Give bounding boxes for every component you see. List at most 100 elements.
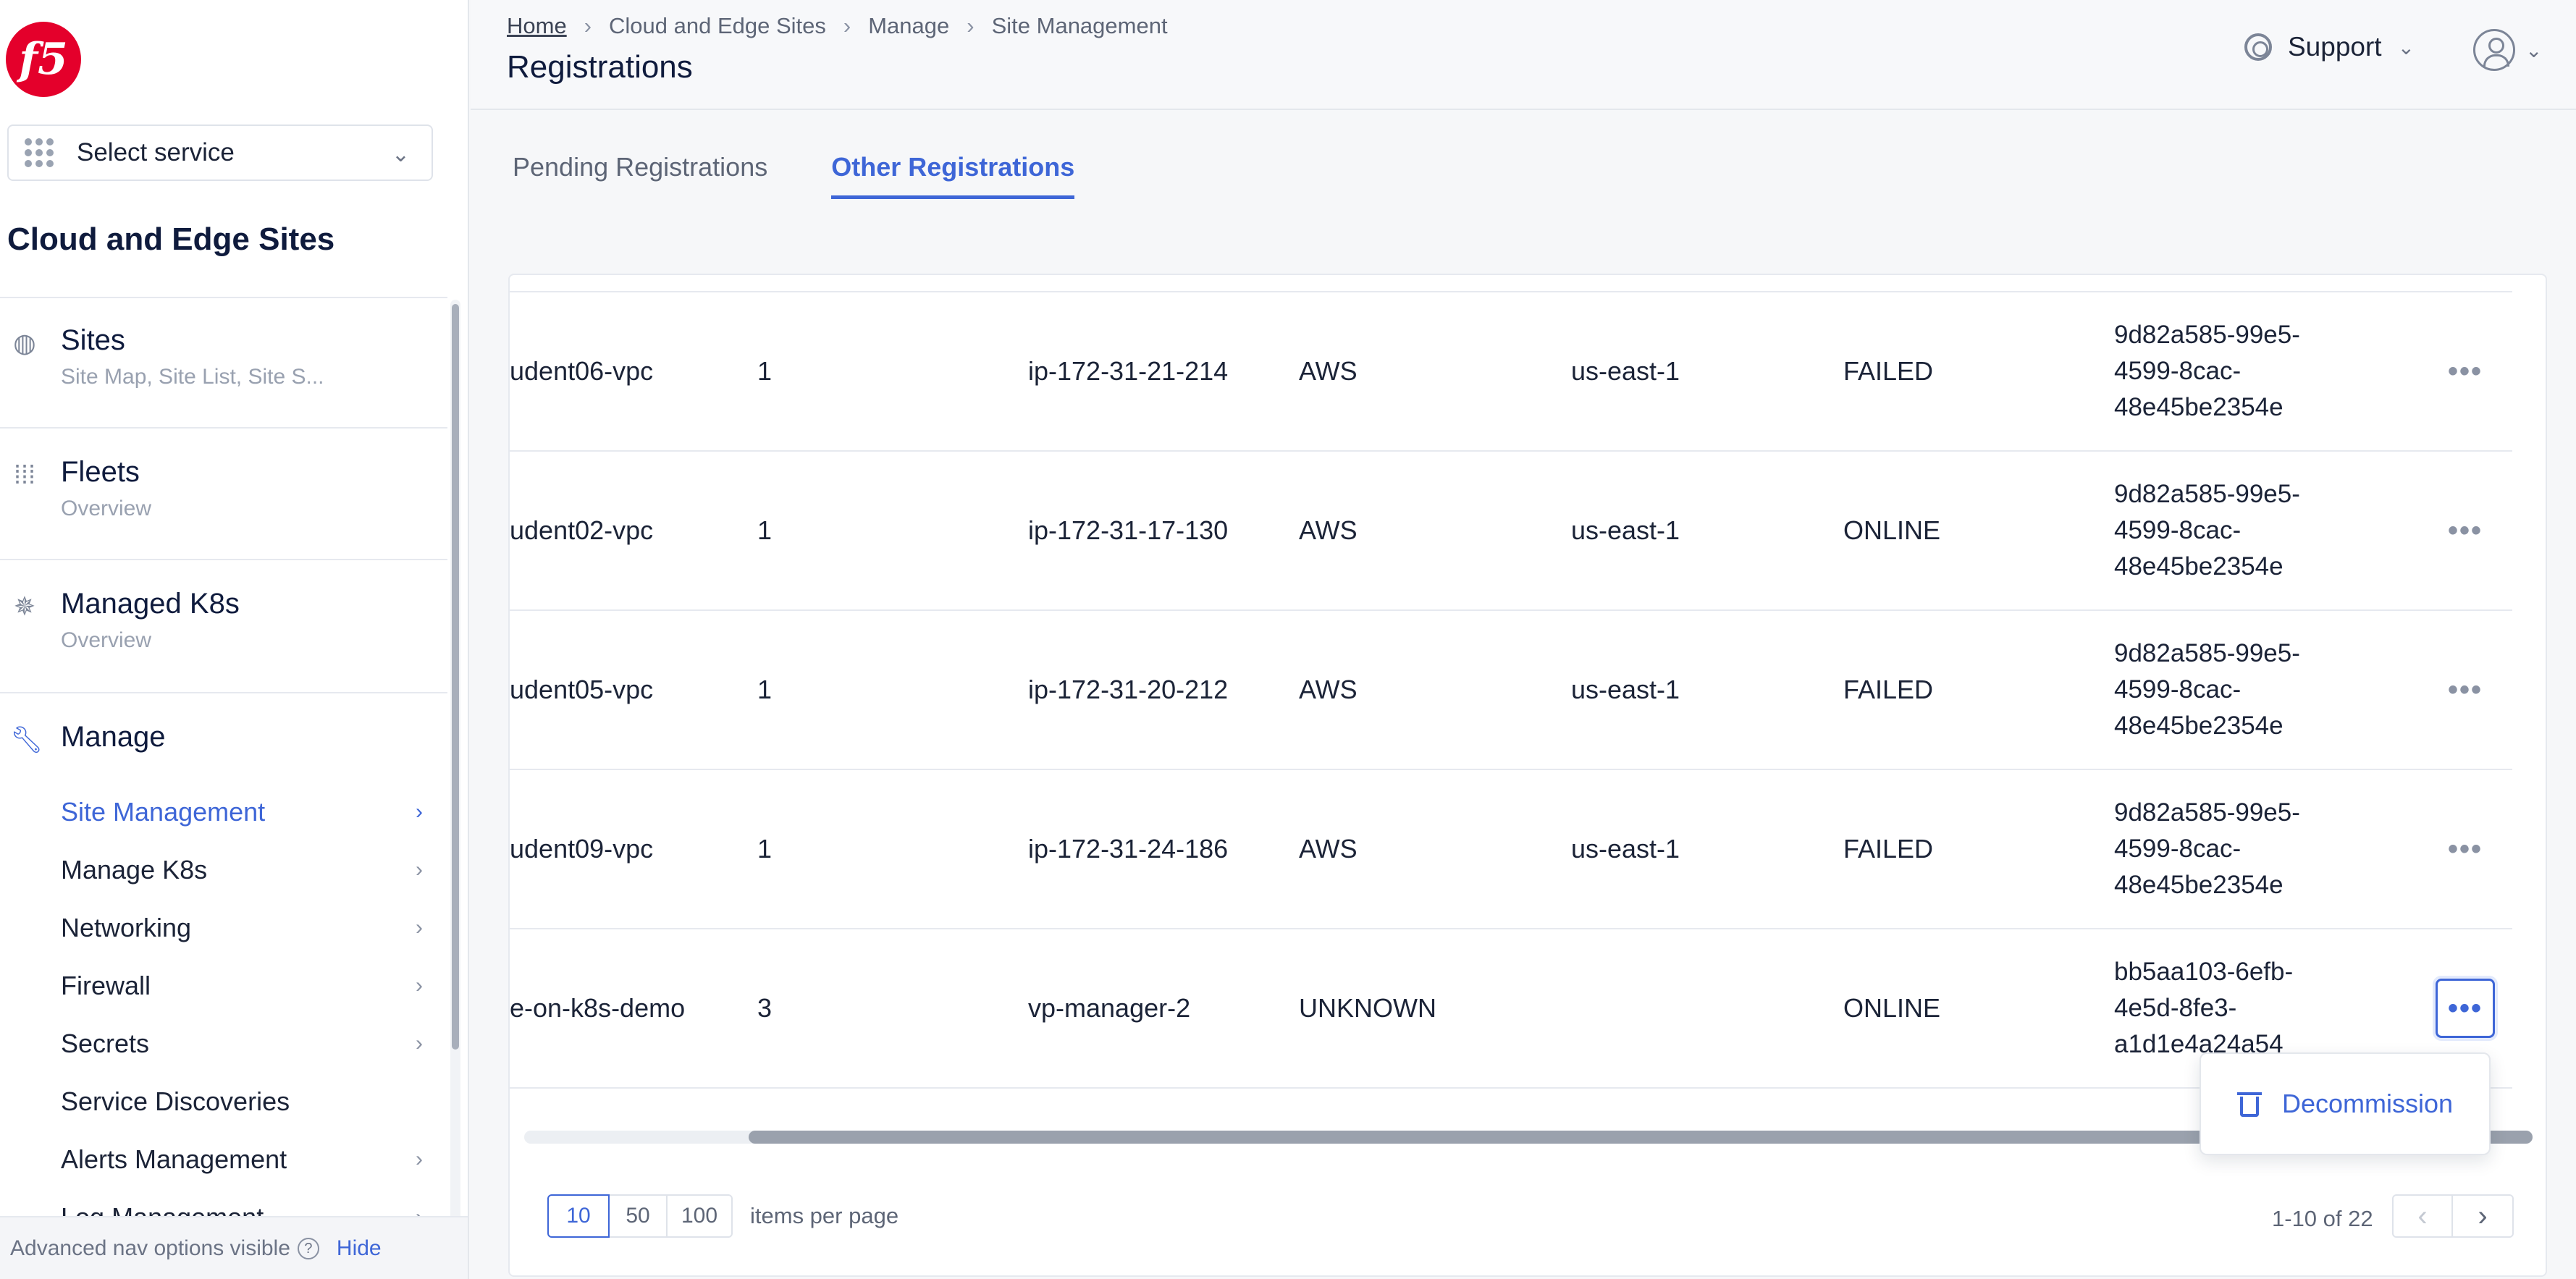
row-actions-menu: Decommission [2200,1052,2491,1155]
table-row: udent09-vpc 1 ip-172-31-24-186 AWS us-ea… [510,770,2512,929]
page-header: Home › Cloud and Edge Sites › Manage › S… [471,0,2576,110]
row-actions: ••• [2436,770,2495,928]
more-actions-icon[interactable]: ••• [2436,342,2495,401]
support-menu[interactable]: Support ⌄ [2244,32,2415,62]
sidebar-scrollbar-thumb[interactable] [452,304,459,1050]
user-avatar-icon [2473,29,2515,71]
section-title: Cloud and Edge Sites [7,221,335,257]
page-size-100[interactable]: 100 [668,1194,733,1238]
cell-state: FAILED [1843,356,1934,386]
nav-group-manage[interactable]: 🔧︎ Manage [0,721,447,764]
divider [0,427,447,429]
cell-token: 9d82a585-99e5-4599-8cac-48e45be2354e [2114,480,2300,581]
chevron-right-icon: › [416,800,423,824]
sidebar: f5 Select service ⌄ Cloud and Edge Sites… [0,0,469,1279]
pagination-range: 1-10 of 22 [2272,1206,2373,1231]
more-actions-icon[interactable]: ••• [2436,660,2495,719]
sidebar-item-label: Site Management [61,797,266,827]
chevron-right-icon: › [416,858,423,882]
breadcrumb-item: Cloud and Edge Sites [609,13,826,38]
nav-group-title: Sites [61,324,125,356]
table-row: udent05-vpc 1 ip-172-31-20-212 AWS us-ea… [510,611,2512,770]
support-label: Support [2288,32,2382,62]
cell-hostname: ip-172-31-20-212 [1028,675,1229,704]
sidebar-item-secrets[interactable]: Secrets › [61,1022,423,1065]
user-menu[interactable]: ⌄ [2473,29,2542,71]
cell-provider: AWS [1299,515,1358,545]
sidebar-item-networking[interactable]: Networking › [61,906,423,950]
pagination-arrows: ‹ › [2392,1194,2514,1238]
tab-pending-registrations[interactable]: Pending Registrations [513,152,767,199]
cell-region: us-east-1 [1571,356,1680,386]
cell-state: FAILED [1843,834,1934,864]
cell-nodes: 1 [757,356,773,386]
nav-group-subtitle: Site Map, Site List, Site S... [61,365,324,389]
cell-state: ONLINE [1843,515,1941,545]
cell-token: 9d82a585-99e5-4599-8cac-48e45be2354e [2114,798,2300,899]
page-size-10[interactable]: 10 [547,1194,610,1238]
cell-name: udent05-vpc [510,675,654,704]
lifebuoy-icon [2244,33,2272,61]
cell-nodes: 3 [757,993,773,1023]
hide-link[interactable]: Hide [337,1236,382,1261]
chevron-right-icon: › [416,1031,423,1055]
cell-provider: AWS [1299,675,1358,704]
trash-icon [2237,1089,2262,1118]
nav-group-fleets[interactable]: ⁞⁞⁞ Fleets Overview [0,456,447,536]
sidebar-item-firewall[interactable]: Firewall › [61,964,423,1008]
tab-other-registrations[interactable]: Other Registrations [831,152,1075,199]
sidebar-item-label: Manage K8s [61,855,208,885]
nav-group-managed-k8s[interactable]: ✵ Managed K8s Overview [0,588,447,667]
chevron-down-icon: ⌄ [391,143,410,166]
chevron-down-icon: ⌄ [2525,38,2543,62]
tab-bar: Pending Registrations Other Registration… [513,152,1138,199]
k8s-helm-icon: ✵ [13,591,36,621]
cell-name: e-on-k8s-demo [510,993,686,1023]
sidebar-item-label: Networking [61,913,192,942]
chevron-right-icon: › [584,13,592,38]
cell-name: udent09-vpc [510,834,654,864]
chevron-right-icon[interactable]: › [2453,1194,2514,1238]
help-icon[interactable]: ? [297,1237,319,1259]
breadcrumb-home[interactable]: Home [507,13,567,39]
table-row: udent06-vpc 1 ip-172-31-21-214 AWS us-ea… [510,292,2512,452]
sidebar-item-service-discoveries[interactable]: Service Discoveries [61,1080,423,1123]
cell-hostname: ip-172-31-24-186 [1028,834,1229,864]
cell-token: 9d82a585-99e5-4599-8cac-48e45be2354e [2114,321,2300,421]
cell-nodes: 1 [757,675,773,704]
sidebar-item-manage-k8s[interactable]: Manage K8s › [61,848,423,892]
more-actions-icon[interactable]: ••• [2436,979,2495,1038]
sidebar-footer: Advanced nav options visible ? Hide [0,1216,468,1279]
more-actions-icon[interactable]: ••• [2436,819,2495,879]
cell-nodes: 1 [757,834,773,864]
cell-nodes: 1 [757,515,773,545]
cell-name: udent02-vpc [510,515,654,545]
nav-group-sites[interactable]: ◍ Sites Site Map, Site List, Site S... [0,324,447,404]
decommission-menu-item[interactable]: Decommission [2282,1089,2453,1119]
row-actions: ••• [2436,292,2495,450]
cell-state: ONLINE [1843,993,1941,1023]
items-per-page-label: items per page [750,1203,899,1228]
cell-token: 9d82a585-99e5-4599-8cac-48e45be2354e [2114,639,2300,740]
cell-region: us-east-1 [1571,675,1680,704]
cell-hostname: vp-manager-2 [1028,993,1191,1023]
page-size-50[interactable]: 50 [610,1194,668,1238]
sidebar-item-alerts-management[interactable]: Alerts Management › [61,1138,423,1181]
cell-state: FAILED [1843,675,1934,704]
f5-logo[interactable]: f5 [6,22,81,97]
service-select[interactable]: Select service ⌄ [7,124,433,181]
breadcrumb-item: Manage [868,13,950,38]
chevron-right-icon: › [843,13,851,38]
cell-hostname: ip-172-31-21-214 [1028,356,1229,386]
nav-group-subtitle: Overview [61,628,152,652]
cell-provider: UNKNOWN [1299,993,1436,1023]
cell-region: us-east-1 [1571,515,1680,545]
sidebar-item-label: Service Discoveries [61,1086,290,1116]
sidebar-item-site-management[interactable]: Site Management › [61,790,423,834]
fleets-icon: ⁞⁞⁞ [13,460,35,489]
nav-group-title: Manage [61,721,166,753]
more-actions-icon[interactable]: ••• [2436,501,2495,560]
chevron-left-icon[interactable]: ‹ [2392,1194,2453,1238]
chevron-right-icon: › [416,974,423,997]
row-actions: ••• [2436,452,2495,609]
